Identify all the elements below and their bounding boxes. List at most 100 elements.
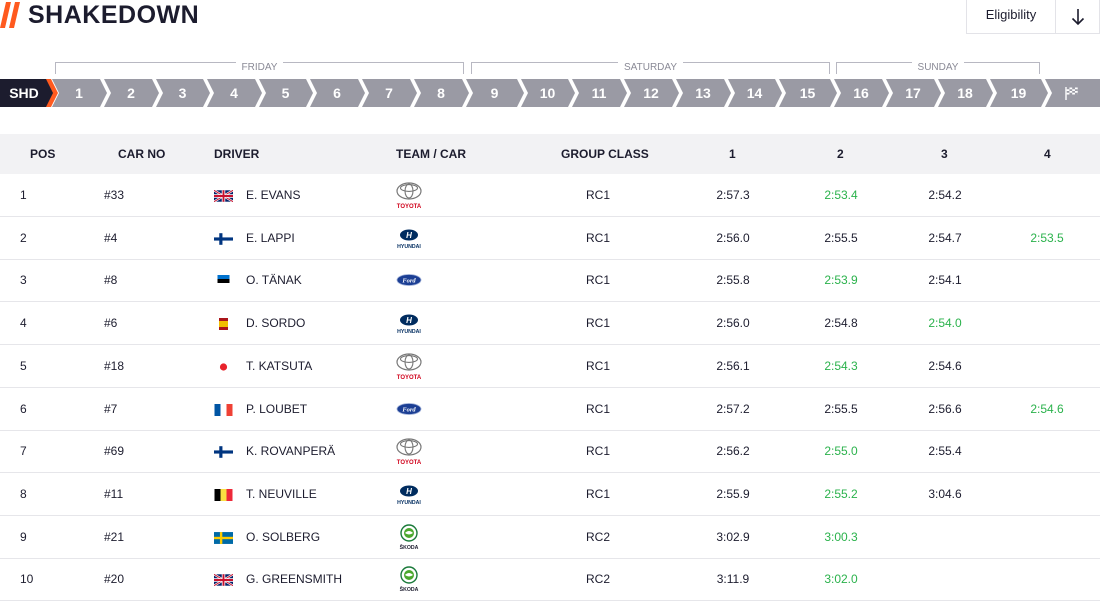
stage-tab-7[interactable]: 7 (369, 79, 409, 107)
stage-tab-18[interactable]: 18 (945, 79, 985, 107)
row-time-2: 2:53.4 (824, 188, 858, 202)
day-label: SATURDAY (618, 62, 683, 73)
row-driver-name[interactable]: T. NEUVILLE (246, 473, 317, 515)
stage-tab-16[interactable]: 16 (841, 79, 881, 107)
table-row[interactable]: 7 #69 K. ROVANPERÄ RC1 2:56.2 2:55.0 2:55.4 TOY… (0, 430, 1100, 474)
download-button[interactable] (1056, 0, 1100, 34)
flag-fi-icon (214, 445, 233, 458)
table-row[interactable]: 8 #11 T. NEUVILLE RC1 2:55.9 2:55.2 3:04.6 H HYU… (0, 473, 1100, 516)
stage-tab-10[interactable]: 10 (528, 79, 568, 107)
row-car-no: #4 (104, 230, 118, 245)
row-car-no: #7 (104, 401, 118, 416)
stage-tab-14[interactable]: 14 (735, 79, 775, 107)
stage-tab-8[interactable]: 8 (421, 79, 461, 107)
col-run-4: 4 (1044, 147, 1051, 161)
table-row[interactable]: 10 #20 G. GREENSMITH RC2 3:11.9 3:02.0 ŠKODA (0, 558, 1100, 602)
col-run-2: 2 (837, 147, 844, 161)
table-row[interactable]: 6 #7 P. LOUBET RC1 2:57.2 2:55.5 2:56.6 2:54.6 F… (0, 388, 1100, 431)
col-run-3: 3 (941, 147, 948, 161)
row-time-2: 2:53.9 (824, 273, 858, 288)
row-time-4 (1022, 174, 1072, 216)
row-driver-name[interactable]: G. GREENSMITH (246, 558, 342, 600)
row-time-3: 2:54.7 (928, 230, 962, 245)
svg-text:HYUNDAI: HYUNDAI (397, 329, 421, 335)
row-driver-name[interactable]: K. ROVANPERÄ (246, 430, 335, 472)
row-group-class: RC1 (585, 486, 610, 501)
flag-es-icon (214, 317, 233, 331)
team-logo-icon: H HYUNDAI (394, 308, 424, 338)
team-logo-icon: Ford (394, 394, 424, 424)
row-time-1: 2:56.0 (716, 230, 750, 245)
stage-tab-15[interactable]: 15 (788, 79, 828, 107)
table-row[interactable]: 3 #8 O. TÄNAK RC1 2:55.8 2:53.9 2:54.1 Ford (0, 259, 1100, 303)
col-group-class: GROUP CLASS (561, 147, 649, 161)
row-time-4 (1022, 558, 1072, 600)
row-car-no: #33 (104, 188, 125, 202)
team-logo-icon: ŠKODA (394, 564, 424, 594)
stage-tab-6[interactable]: 6 (317, 79, 357, 107)
row-driver-name[interactable]: P. LOUBET (246, 388, 307, 430)
row-time-2: 2:55.5 (824, 230, 858, 245)
table-row[interactable]: 4 #6 D. SORDO RC1 2:56.0 2:54.8 2:54.0 H HYUNDAI (0, 302, 1100, 346)
row-time-2: 2:54.8 (824, 316, 858, 331)
stage-tab-1[interactable]: 1 (59, 79, 99, 107)
row-driver-name[interactable]: D. SORDO (246, 302, 305, 344)
team-logo-icon: TOYOTA (394, 436, 424, 466)
team-logo-icon: TOYOTA (394, 180, 424, 210)
stage-tab-shd[interactable]: SHD (4, 79, 44, 107)
team-logo-icon: ŠKODA (394, 522, 424, 552)
row-group-class: RC1 (585, 316, 610, 331)
stage-tab-17[interactable]: 17 (893, 79, 933, 107)
stage-tab-2[interactable]: 2 (111, 79, 151, 107)
row-pos: 4 (20, 316, 27, 331)
row-car-no: #18 (104, 358, 125, 373)
row-driver-name[interactable]: O. TÄNAK (246, 259, 302, 301)
row-time-2: 2:55.0 (824, 444, 858, 459)
row-time-2: 2:54.3 (824, 358, 858, 373)
flag-fi-icon (214, 232, 233, 245)
stage-tab-13[interactable]: 13 (683, 79, 723, 107)
stage-tab-19[interactable]: 19 (999, 79, 1039, 107)
svg-text:Ford: Ford (402, 278, 416, 285)
stage-tab-3[interactable]: 3 (163, 79, 203, 107)
row-driver-name[interactable]: T. KATSUTA (246, 345, 312, 387)
stage-tab-9[interactable]: 9 (475, 79, 515, 107)
flag-icon[interactable] (1064, 86, 1080, 100)
table-row[interactable]: 5 #18 T. KATSUTA RC1 2:56.1 2:54.3 2:54.6 TOYOT… (0, 345, 1100, 388)
row-driver-name[interactable]: O. SOLBERG (246, 516, 320, 558)
table-row[interactable]: 2 #4 E. LAPPI RC1 2:56.0 2:55.5 2:54.7 2:53.5 H H… (0, 217, 1100, 260)
row-driver-name[interactable]: E. EVANS (246, 174, 300, 216)
row-car-no: #69 (104, 444, 125, 459)
col-team-car: TEAM / CAR (396, 147, 466, 161)
row-time-4 (1022, 345, 1072, 387)
row-pos: 2 (20, 230, 27, 245)
row-time-3: 3:04.6 (928, 486, 962, 501)
row-time-1: 2:55.9 (716, 486, 750, 501)
row-pos: 7 (20, 444, 27, 459)
svg-text:Ford: Ford (402, 406, 416, 413)
stage-tab-4[interactable]: 4 (214, 79, 254, 107)
arrow-down-icon (1071, 8, 1084, 25)
team-logo-icon: TOYOTA (394, 351, 424, 381)
table-row[interactable]: 9 #21 O. SOLBERG RC2 3:02.9 3:00.3 ŠKODA (0, 516, 1100, 559)
stage-tab-12[interactable]: 12 (631, 79, 671, 107)
table-row[interactable]: 1 #33 E. EVANS RC1 2:57.3 2:53.4 2:54.2 TOYOTA (0, 174, 1100, 217)
row-driver-name[interactable]: E. LAPPI (246, 217, 295, 259)
row-time-2: 2:55.2 (824, 486, 858, 501)
col-driver: DRIVER (214, 147, 260, 161)
stage-tab-5[interactable]: 5 (266, 79, 306, 107)
row-time-1: 2:56.0 (716, 316, 750, 331)
stage-selector: SHD 1 2 3 4 5 6 7 8 9 10 11 12 13 14 15 16 17 18 19 (0, 79, 1117, 107)
eligibility-button[interactable]: Eligibility (966, 0, 1056, 34)
row-time-4 (1022, 516, 1072, 558)
row-time-3 (920, 516, 970, 558)
stage-tab-11[interactable]: 11 (579, 79, 619, 107)
day-group-friday: FRIDAY (55, 62, 464, 74)
row-time-4 (1022, 259, 1072, 301)
row-time-1: 2:57.2 (716, 401, 750, 416)
svg-text:TOYOTA: TOYOTA (397, 204, 422, 210)
svg-text:TOYOTA: TOYOTA (397, 460, 422, 466)
row-time-3: 2:54.1 (928, 273, 962, 288)
row-car-no: #20 (104, 572, 125, 587)
page-header: SHAKEDOWN Eligibility (0, 0, 1117, 34)
